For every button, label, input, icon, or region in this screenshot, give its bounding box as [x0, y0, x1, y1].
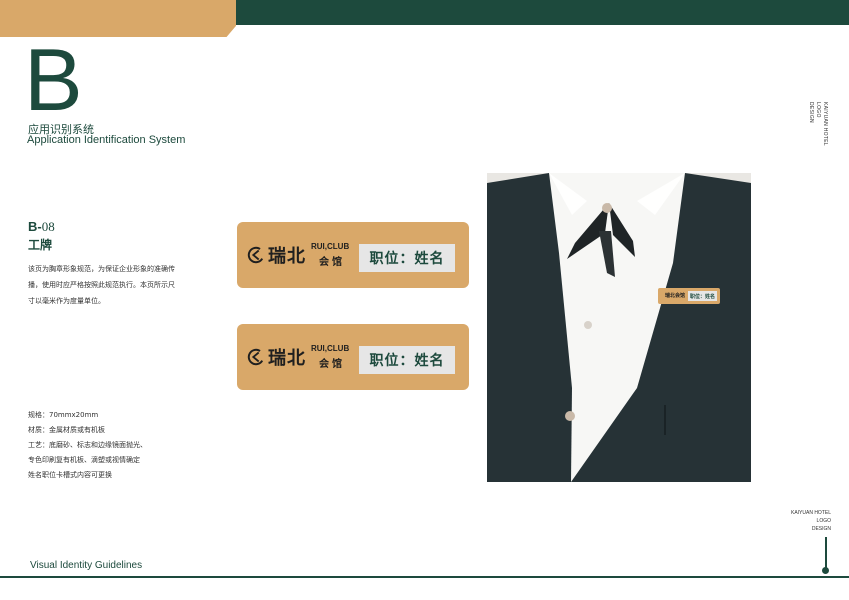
description-line: 该页为胸章形象规范，为保证企业形象的准确传 [28, 265, 175, 273]
photo-badge-brand: 瑞北会馆 [665, 293, 686, 299]
side-brand: KAIYUAN HOTEL LOGO DESIGN [808, 102, 832, 152]
brand-name-en: RUI,CLUB [311, 242, 350, 251]
name-badge: 瑞北 RUI,CLUB 会馆 职位：姓名 [237, 324, 469, 390]
section-code-prefix: B- [28, 219, 42, 234]
brand-name-cn: 瑞北 [268, 246, 306, 267]
brand-name-cn: 瑞北 [268, 348, 306, 369]
bottom-vertical-line [825, 537, 827, 569]
footer-title: Visual Identity Guidelines [30, 560, 143, 571]
bottom-brand: KAIYUAN HOTEL LOGO DESIGN [789, 509, 831, 533]
side-brand-line-1: KAIYUAN HOTEL [822, 102, 828, 146]
section-title: 工牌 [28, 238, 53, 252]
spec-material: 材质：金属材质或有机板 [28, 426, 105, 434]
bottom-dot [822, 567, 829, 574]
bottom-brand-line-2: LOGO [816, 518, 831, 524]
section-code: B-08 [28, 219, 55, 235]
spec-replaceable: 姓名职位卡槽式内容可更换 [28, 471, 112, 479]
description-line: 寸以毫米作为度量单位。 [28, 297, 105, 305]
header-green-bar [236, 0, 849, 25]
spec-printing: 专色印刷复有机板、滴塑或视情确定 [28, 456, 140, 464]
side-brand-line-3: DESIGN [808, 102, 814, 123]
footer-line [0, 576, 849, 578]
uniform-illustration [487, 173, 751, 482]
name-plate: 职位：姓名 [359, 244, 455, 272]
uniform-photo: 瑞北会馆 职位：姓名 [487, 173, 751, 482]
system-title-en: Application Identification System [27, 134, 186, 146]
bottom-brand-line-3: DESIGN [811, 526, 831, 532]
spec-process: 工艺：底磨砂、标志和边缘镜面抛光、 [28, 441, 147, 449]
brand-name-suffix: 会馆 [319, 359, 345, 370]
section-description: 该页为胸章形象规范，为保证企业形象的准确传 播，使用时应严格按照此规范执行。本页… [28, 261, 190, 309]
description-line: 播，使用时应严格按照此规范执行。本页所示尺 [28, 281, 175, 289]
bottom-brand-line-1: KAIYUAN HOTEL [790, 510, 831, 516]
name-plate: 职位：姓名 [359, 346, 455, 374]
side-brand-line-2: LOGO [815, 102, 821, 118]
brand-name-en: RUI,CLUB [311, 344, 350, 353]
section-letter: B [24, 30, 83, 129]
spec-size: 规格：70mmx20mm [28, 411, 99, 419]
brand-logo-icon [247, 246, 265, 264]
brand-logo-icon [247, 348, 265, 366]
photo-badge-name: 职位：姓名 [690, 294, 716, 300]
section-code-number: 08 [41, 219, 55, 234]
spec-list: 规格：70mmx20mm 材质：金属材质或有机板 工艺：底磨砂、标志和边缘镜面抛… [28, 408, 208, 483]
name-badge: 瑞北 RUI,CLUB 会馆 职位：姓名 [237, 222, 469, 288]
brand-name-suffix: 会馆 [319, 257, 345, 268]
